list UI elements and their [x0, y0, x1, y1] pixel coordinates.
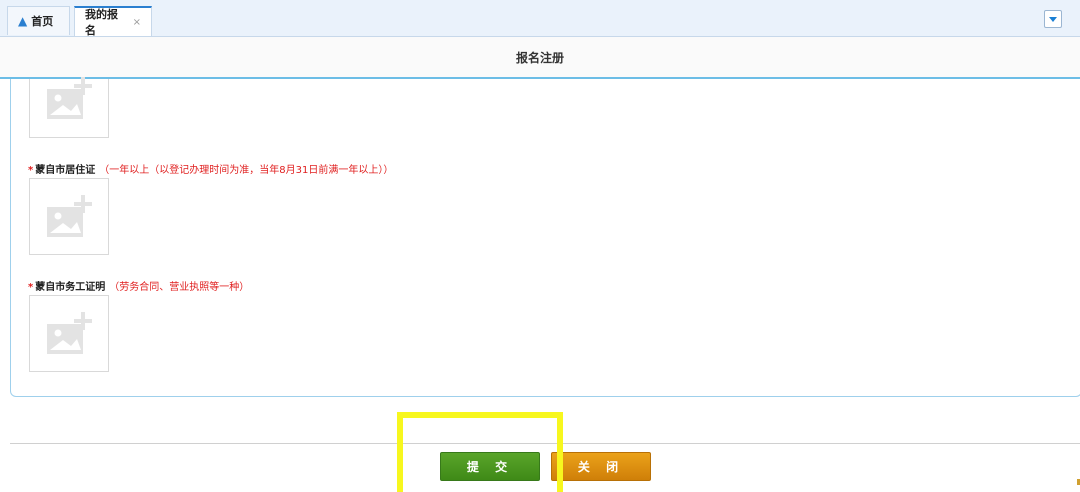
image-placeholder-icon: [47, 194, 92, 237]
field-label-work-proof: * 蒙自市务工证明 （劳务合同、营业执照等一种）: [28, 278, 249, 293]
panel-title: 报名注册: [515, 50, 564, 65]
upload-slot-residence-permit[interactable]: [29, 178, 109, 255]
close-button[interactable]: 关 闭: [551, 452, 651, 481]
required-mark: *: [28, 282, 34, 293]
chevron-down-icon: [1049, 16, 1057, 22]
tab-home[interactable]: ▲ 首页: [7, 6, 70, 35]
home-icon: ▲: [18, 14, 28, 28]
upload-slot-previous[interactable]: [29, 77, 109, 138]
tab-my-registration[interactable]: 我的报名 ×: [74, 6, 152, 37]
tab-bar: ▲ 首页 我的报名 ×: [0, 0, 1080, 37]
upload-slot-work-proof[interactable]: [29, 295, 109, 372]
field-note: （一年以上（以登记办理时间为准，当年8月31日前满一年以上））: [99, 165, 394, 176]
tab-menu-button[interactable]: [1044, 10, 1062, 28]
field-label-residence-permit: * 蒙自市居住证 （一年以上（以登记办理时间为准，当年8月31日前满一年以上））: [28, 161, 393, 176]
panel-header: 报名注册: [0, 37, 1080, 79]
field-note: （劳务合同、营业执照等一种）: [109, 282, 250, 293]
field-name: 蒙自市居住证: [35, 165, 96, 176]
image-placeholder-icon: [47, 311, 92, 354]
required-mark: *: [28, 165, 34, 176]
tab-my-registration-label: 我的报名: [85, 8, 118, 37]
close-icon[interactable]: ×: [133, 17, 141, 28]
field-name: 蒙自市务工证明: [35, 282, 106, 293]
form-card: [10, 79, 1080, 397]
highlight-annotation: [397, 412, 563, 492]
tab-home-label: 首页: [31, 15, 54, 28]
image-placeholder-icon: [47, 77, 92, 119]
